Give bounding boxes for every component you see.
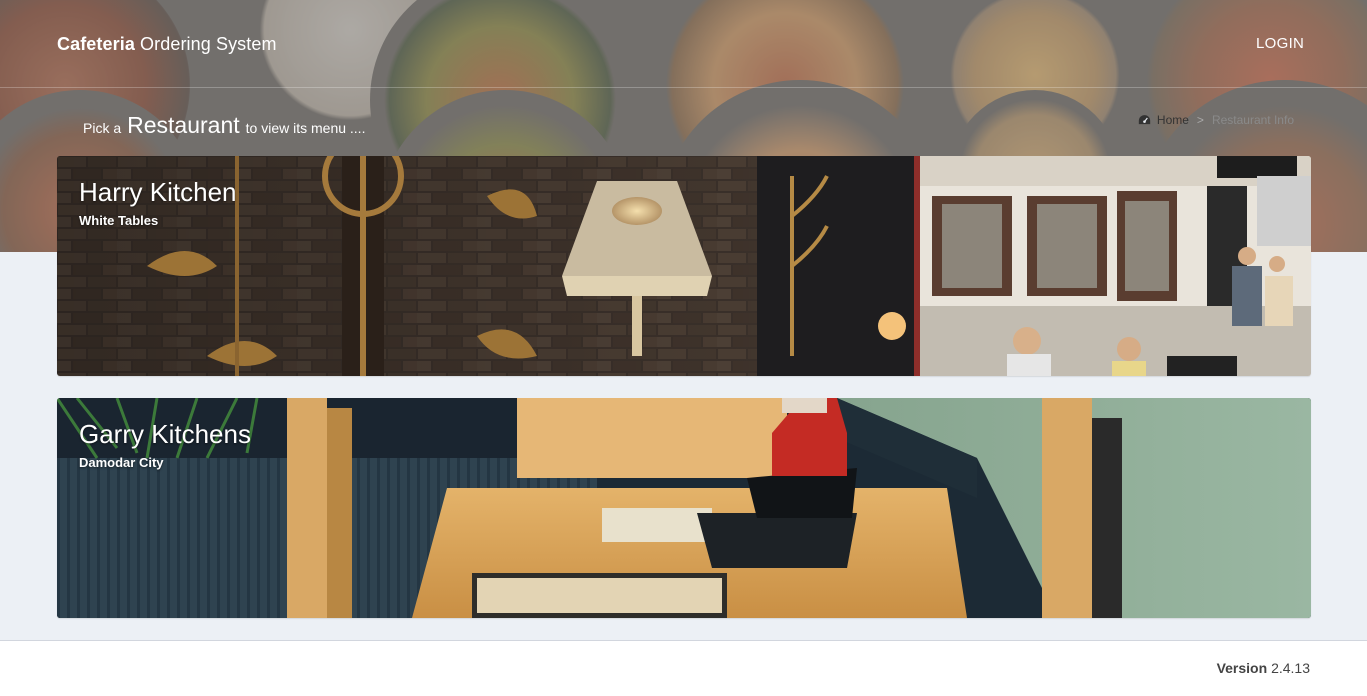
restaurant-photo: [57, 156, 1311, 376]
restaurant-name: Garry Kitchens: [79, 419, 251, 449]
restaurant-name: Harry Kitchen: [79, 177, 237, 207]
restaurant-location: White Tables: [79, 213, 159, 228]
version-label: Version: [1216, 660, 1268, 676]
dashboard-icon: [1138, 115, 1151, 125]
breadcrumb-home-label: Home: [1156, 113, 1189, 127]
restaurant-card-garry-kitchens[interactable]: Garry Kitchens Damodar City: [57, 398, 1311, 618]
top-navbar: Cafeteria Ordering System LOGIN: [0, 0, 1367, 88]
breadcrumb: Home > Restaurant Info: [1138, 113, 1294, 127]
content-header: Pick a Restaurant to view its menu .... …: [57, 88, 1311, 156]
brand-logo-link[interactable]: Cafeteria Ordering System: [57, 34, 277, 55]
version-info: Version 2.4.13: [1217, 660, 1310, 676]
brand-bold-text: Cafeteria: [57, 34, 135, 54]
heading-highlight: Restaurant: [127, 112, 240, 138]
login-link[interactable]: LOGIN: [1256, 35, 1304, 52]
brand-rest-text: Ordering System: [134, 34, 277, 54]
page-footer: Version 2.4.13: [0, 640, 1367, 696]
breadcrumb-separator: >: [1196, 113, 1204, 127]
breadcrumb-home[interactable]: Home: [1138, 113, 1189, 127]
restaurant-location: Damodar City: [79, 455, 164, 470]
heading-suffix: to view its menu ....: [245, 120, 366, 136]
page-heading: Pick a Restaurant to view its menu ....: [83, 112, 365, 139]
version-number: 2.4.13: [1271, 660, 1310, 676]
heading-prefix: Pick a: [83, 120, 122, 136]
breadcrumb-current: Restaurant Info: [1211, 113, 1294, 127]
restaurant-card-harry-kitchen[interactable]: Harry Kitchen White Tables: [57, 156, 1311, 376]
